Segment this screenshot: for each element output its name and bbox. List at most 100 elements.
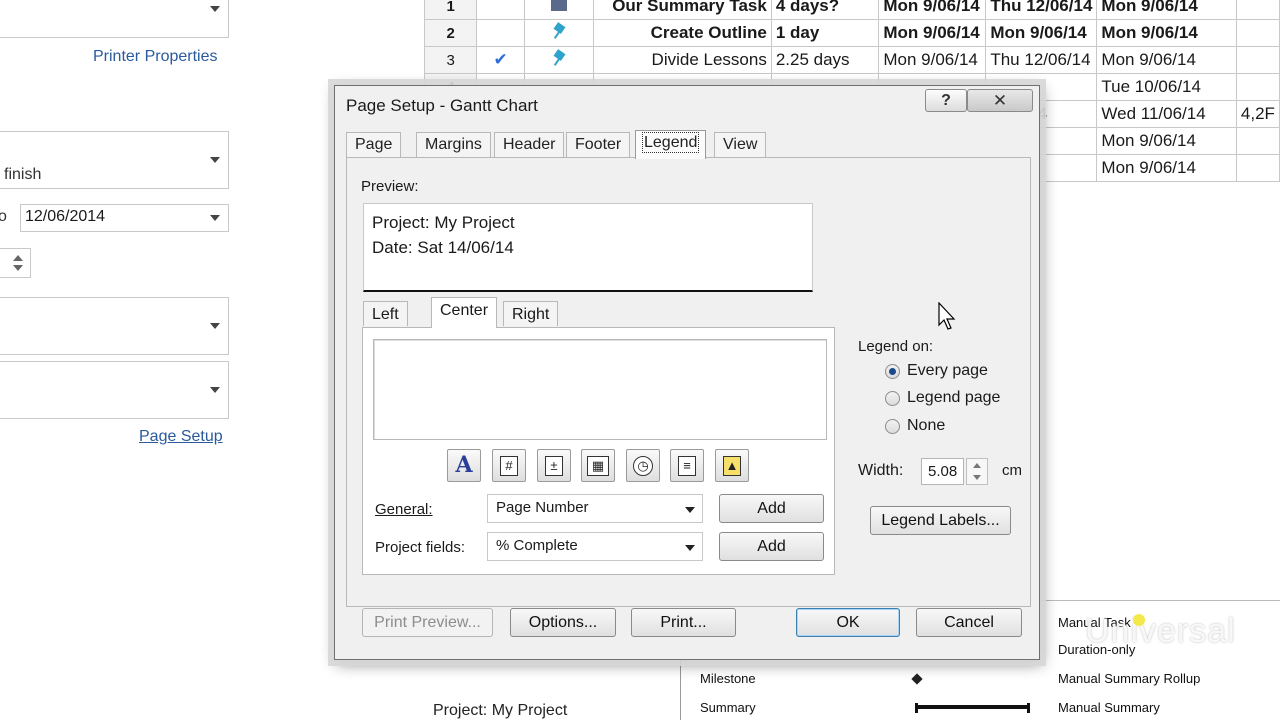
legend-manual-summary-rollup: Manual Summary Rollup <box>1058 671 1201 686</box>
tab-footer[interactable]: Footer <box>566 132 631 158</box>
row-task-mode <box>523 19 595 47</box>
chevron-down-icon <box>210 387 220 393</box>
print-range-text: finish <box>4 166 42 183</box>
paper-size-dropdown[interactable] <box>0 361 229 419</box>
legend-text-area[interactable] <box>373 339 827 440</box>
project-fields-combo[interactable]: % Complete <box>487 532 703 561</box>
preview-line-date: Date: Sat 14/06/14 <box>372 238 514 257</box>
width-label: Width: <box>858 462 904 479</box>
row-indicator: ✔ <box>476 46 525 74</box>
format-text-button[interactable]: A <box>447 449 481 482</box>
row-finish: Thu 12/06/14 <box>985 0 1098 20</box>
row-task-name: Divide Lessons <box>593 46 772 74</box>
row-task-name: Create Outline <box>593 19 772 47</box>
watermark-dot <box>1133 614 1145 626</box>
row-id: 1 <box>423 0 478 20</box>
file-name-icon: ≡ <box>678 455 696 476</box>
close-button[interactable]: ✕ <box>967 89 1033 112</box>
table-row: 3 ✔ Divide Lessons 2.25 days Mon 9/06/14 Thu … <box>423 46 1280 74</box>
legend-manual-summary: Manual Summary <box>1058 700 1160 715</box>
page-setup-dialog: Page Setup - Gantt Chart ? ✕ Page Margin… <box>334 85 1040 660</box>
insert-file-name-button[interactable]: ≡ <box>670 449 704 482</box>
legend-summary: Summary <box>700 700 756 715</box>
row-finish-2: Mon 9/06/14 <box>1096 154 1237 182</box>
chevron-down-icon <box>685 545 695 551</box>
subtab-left[interactable]: Left <box>363 301 408 326</box>
radio-button[interactable] <box>885 419 900 434</box>
general-value: Page Number <box>496 499 589 516</box>
cancel-button[interactable]: Cancel <box>916 608 1022 637</box>
spin-down-icon[interactable] <box>973 475 981 480</box>
chevron-down-icon <box>210 6 220 12</box>
tab-header[interactable]: Header <box>494 132 565 158</box>
radio-button[interactable] <box>885 391 900 406</box>
width-stepper[interactable] <box>966 458 988 485</box>
insert-date-button[interactable]: ▦ <box>581 449 615 482</box>
dialog-titlebar[interactable]: Page Setup - Gantt Chart ? ✕ <box>335 86 1039 126</box>
row-finish-2: Tue 10/06/14 <box>1096 73 1237 101</box>
tab-margins[interactable]: Margins <box>416 132 491 158</box>
tab-page[interactable]: Page <box>346 132 402 158</box>
row-finish-2: Mon 9/06/14 <box>1096 19 1237 47</box>
to-label: o <box>0 208 7 225</box>
row-duration: 2.25 days <box>770 46 880 74</box>
row-duration: 1 day <box>770 19 880 47</box>
to-date-field[interactable]: 12/06/2014 <box>20 204 229 232</box>
copies-stepper[interactable] <box>0 248 31 278</box>
row-predecessors <box>1235 127 1280 155</box>
row-task-mode <box>523 46 595 74</box>
row-start: Mon 9/06/14 <box>878 19 987 47</box>
format-text-icon: A <box>455 451 473 478</box>
printer-properties-link[interactable]: Printer Properties <box>93 48 218 66</box>
add-project-field-button[interactable]: Add <box>719 532 824 561</box>
print-preview-button[interactable]: Print Preview... <box>362 608 493 637</box>
spin-up-icon[interactable] <box>13 255 23 261</box>
insert-page-number-button[interactable]: # <box>492 449 526 482</box>
print-button[interactable]: Print... <box>631 608 736 637</box>
project-fields-label: Project fields: <box>375 539 466 556</box>
row-predecessors <box>1235 73 1280 101</box>
options-button[interactable]: Options... <box>510 608 616 637</box>
subtab-center[interactable]: Center <box>431 297 498 328</box>
current-time-icon: ◷ <box>633 455 653 476</box>
spin-up-icon[interactable] <box>973 463 981 468</box>
row-predecessors: 4,2F <box>1235 100 1280 128</box>
chevron-down-icon <box>210 323 220 329</box>
insert-total-pages-button[interactable]: ± <box>537 449 571 482</box>
row-finish-2: Mon 9/06/14 <box>1096 0 1237 20</box>
row-finish-2: Mon 9/06/14 <box>1096 127 1237 155</box>
add-general-button[interactable]: Add <box>719 494 824 523</box>
general-label: General: <box>375 501 433 518</box>
summary-task-icon <box>551 0 567 11</box>
insert-picture-button[interactable]: ▲ <box>715 449 749 482</box>
row-finish: Thu 12/06/14 <box>985 46 1098 74</box>
page-setup-link[interactable]: Page Setup <box>139 428 223 446</box>
radio-button[interactable] <box>885 364 900 379</box>
subtab-right[interactable]: Right <box>503 301 559 326</box>
ok-button[interactable]: OK <box>796 608 900 637</box>
tab-legend[interactable]: Legend <box>635 130 707 159</box>
row-finish-2: Mon 9/06/14 <box>1096 46 1237 74</box>
row-id: 3 <box>423 46 478 74</box>
mouse-cursor-icon <box>938 302 956 330</box>
row-predecessors <box>1235 0 1280 20</box>
preview-line-project: Project: My Project <box>372 213 515 232</box>
printer-dropdown[interactable] <box>0 0 229 38</box>
row-indicator <box>476 0 525 20</box>
legend-labels-button[interactable]: Legend Labels... <box>870 506 1011 535</box>
row-finish: Mon 9/06/14 <box>985 19 1098 47</box>
legend-on-label: Legend on: <box>858 338 934 355</box>
general-combo[interactable]: Page Number <box>487 494 703 523</box>
insert-time-button[interactable]: ◷ <box>626 449 660 482</box>
width-input[interactable]: 5.08 <box>921 458 964 485</box>
row-predecessors <box>1235 19 1280 47</box>
spin-down-icon[interactable] <box>13 265 23 271</box>
help-button[interactable]: ? <box>925 89 967 112</box>
tab-view[interactable]: View <box>714 132 767 158</box>
summary-bar-icon <box>915 703 1030 713</box>
preview-project-line: Project: My Project <box>433 702 568 719</box>
row-duration: 4 days? <box>770 0 880 20</box>
orientation-dropdown[interactable] <box>0 297 229 355</box>
total-pages-icon: ± <box>545 455 563 476</box>
row-task-name: Our Summary Task <box>593 0 772 20</box>
